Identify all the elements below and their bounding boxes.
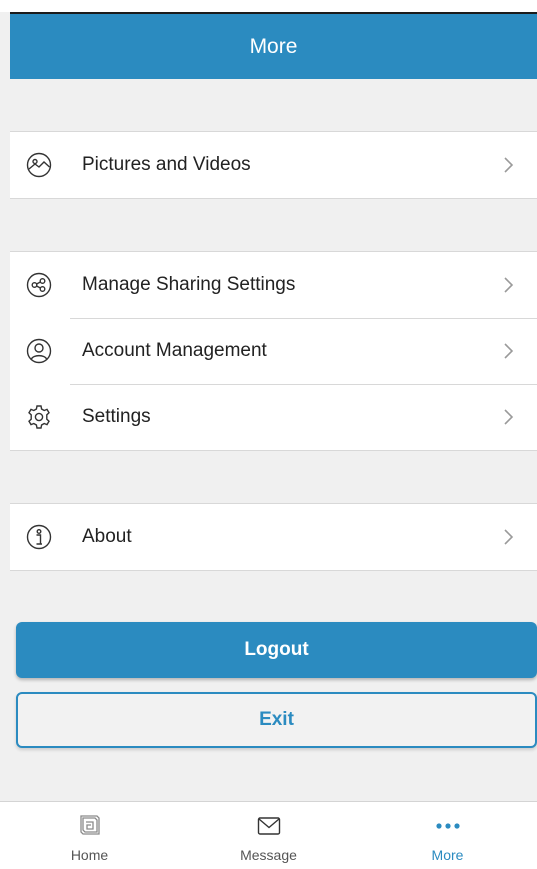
chevron-right-icon <box>503 276 515 294</box>
menu-item-settings[interactable]: Settings <box>10 384 537 450</box>
menu-item-label: Manage Sharing Settings <box>82 274 296 295</box>
menu-item-pictures-and-videos[interactable]: Pictures and Videos <box>10 132 537 198</box>
menu-item-label: Settings <box>82 406 151 427</box>
tab-home[interactable]: Home <box>0 802 179 869</box>
gear-icon <box>26 404 52 430</box>
menu-group-media: Pictures and Videos <box>10 131 537 199</box>
tab-message[interactable]: Message <box>179 802 358 869</box>
menu-item-label: Pictures and Videos <box>82 154 251 175</box>
menu-item-about[interactable]: About <box>10 504 537 570</box>
menu-item-label: About <box>82 526 132 547</box>
tab-label: Home <box>70 847 109 863</box>
tab-label: Message <box>240 847 297 863</box>
bottom-tab-bar: Home Message More <box>0 801 537 869</box>
exit-button[interactable]: Exit <box>16 692 537 748</box>
page-title: More <box>249 34 298 58</box>
header-bar: More <box>10 12 537 79</box>
tab-label: More <box>431 847 464 863</box>
tab-more[interactable]: More <box>358 802 537 869</box>
menu-item-label: Account Management <box>82 340 267 361</box>
status-strip <box>0 0 537 12</box>
more-dots-icon <box>435 814 461 838</box>
info-icon <box>26 524 52 550</box>
more-screen: More Pictures and Videos Manage Sharing … <box>0 0 537 869</box>
menu-group-about: About <box>10 503 537 571</box>
chevron-right-icon <box>503 528 515 546</box>
menu-item-manage-sharing-settings[interactable]: Manage Sharing Settings <box>10 252 537 318</box>
logout-button[interactable]: Logout <box>16 622 537 678</box>
menu-item-account-management[interactable]: Account Management <box>10 318 537 384</box>
chevron-right-icon <box>503 342 515 360</box>
pictures-icon <box>26 152 52 178</box>
share-icon <box>26 272 52 298</box>
envelope-icon <box>256 814 282 838</box>
account-icon <box>26 338 52 364</box>
menu-group-account: Manage Sharing Settings Account Manageme… <box>10 251 537 451</box>
chevron-right-icon <box>503 156 515 174</box>
home-icon <box>77 814 103 838</box>
chevron-right-icon <box>503 408 515 426</box>
